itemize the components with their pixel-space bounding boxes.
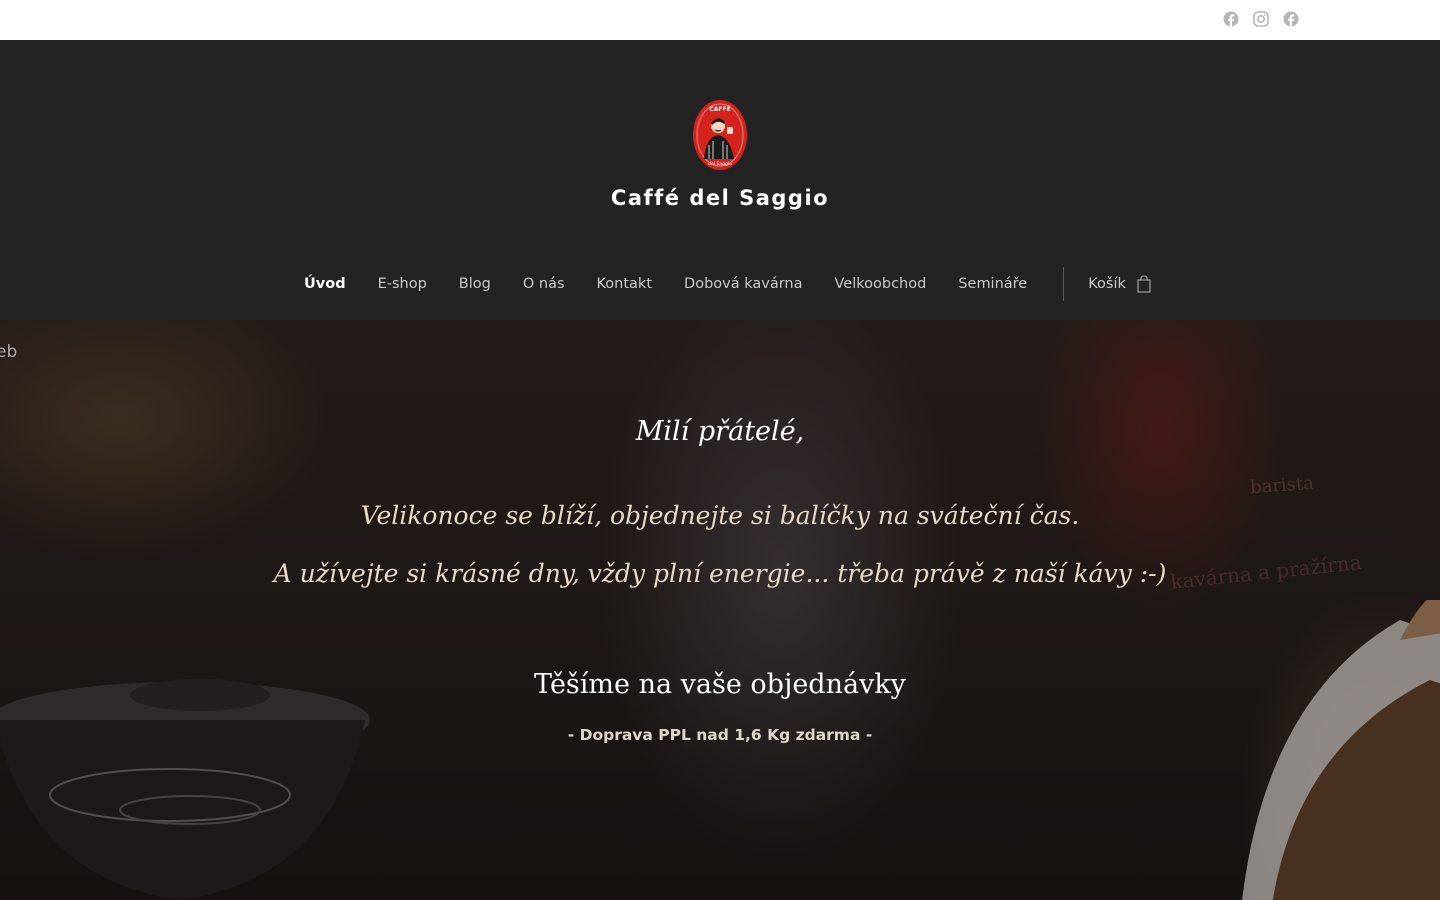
logo-text-bottom: del Saggio	[708, 161, 732, 167]
shopping-bag-icon	[1137, 275, 1151, 293]
nav-item-eshop[interactable]: E-shop	[378, 276, 427, 292]
nav-item-o-nas[interactable]: O nás	[523, 276, 565, 292]
edge-text: eb	[0, 342, 18, 362]
facebook-icon[interactable]	[1223, 11, 1239, 27]
logo-text-top: CAFFÉ	[709, 105, 730, 113]
hero-greeting: Milí přátelé,	[635, 416, 805, 447]
hero-section: barista kavárna a pražírna eb Milí přáte…	[0, 320, 1440, 900]
nav-item-blog[interactable]: Blog	[459, 276, 491, 292]
top-bar	[0, 0, 1440, 40]
hero-message-line-1: Velikonoce se blíží, objednejte si balíč…	[360, 501, 1080, 530]
nav-item-seminare[interactable]: Semináře	[958, 276, 1027, 292]
nav-item-velkoobchod[interactable]: Velkoobchod	[835, 276, 927, 292]
brand-logo[interactable]: CAFFÉ del Saggio	[692, 99, 748, 171]
instagram-icon[interactable]	[1253, 11, 1269, 27]
nav-item-kontakt[interactable]: Kontakt	[597, 276, 653, 292]
nav-divider	[1063, 267, 1065, 301]
main-nav: Úvod E-shop Blog O nás Kontakt Dobová ka…	[304, 266, 1152, 302]
site-title[interactable]: Caffé del Saggio	[0, 186, 1440, 210]
cart-label: Košík	[1088, 276, 1126, 292]
site-header: CAFFÉ del Saggio Caffé del Saggio Úvod E…	[0, 40, 1440, 320]
hero-cta-heading: Těšíme na vaše objednávky	[534, 669, 906, 700]
cart-button[interactable]: Košík	[1088, 275, 1152, 293]
hero-overlay	[0, 320, 1440, 900]
social-links	[1223, 11, 1299, 27]
nav-item-dobova-kavarna[interactable]: Dobová kavárna	[684, 276, 802, 292]
hero-message-line-2: A užívejte si krásné dny, vždy plní ener…	[273, 559, 1167, 588]
shipping-notice: - Doprava PPL nad 1,6 Kg zdarma -	[567, 726, 873, 744]
nav-item-uvod[interactable]: Úvod	[304, 276, 346, 292]
facebook-icon[interactable]	[1283, 11, 1299, 27]
